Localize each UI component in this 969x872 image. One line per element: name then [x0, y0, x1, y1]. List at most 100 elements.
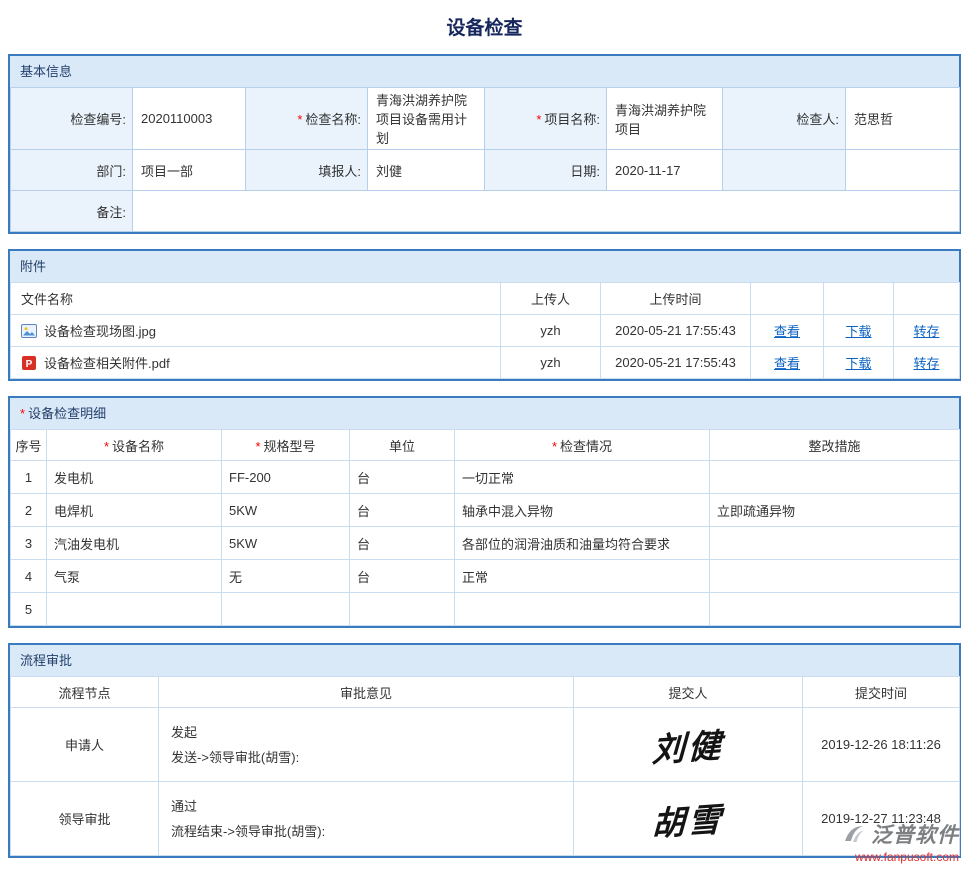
detail-measures: [710, 593, 960, 626]
inspection-details-table: 序号 *设备名称 *规格型号 单位 *检查情况 整改措施 1 发电机 FF-20…: [10, 429, 960, 626]
empty-label-cell: [723, 150, 846, 191]
detail-model: [222, 593, 350, 626]
detail-equipment-name: 电焊机: [47, 494, 222, 527]
department-label-cell: 部门:: [11, 150, 133, 191]
detail-row: 2 电焊机 5KW 台 轴承中混入异物 立即疏通异物: [11, 494, 960, 527]
save-as-link[interactable]: 转存: [913, 356, 939, 371]
vendor-url[interactable]: www.fanpusoft.com: [841, 850, 959, 864]
submitter-signature: 胡雪: [651, 792, 725, 845]
inspection-name-label-cell: *检查名称:: [246, 88, 368, 150]
detail-row: 1 发电机 FF-200 台 一切正常: [11, 461, 960, 494]
required-marker: *: [536, 112, 541, 127]
approval-signature-cell: 胡雪: [574, 782, 803, 856]
detail-status: 正常: [455, 560, 710, 593]
required-marker: *: [255, 439, 260, 454]
detail-row: 4 气泵 无 台 正常: [11, 560, 960, 593]
attachment-row: 设备检查现场图.jpg yzh 2020-05-21 17:55:43 查看 下…: [11, 315, 960, 347]
reporter-value: 刘健: [368, 150, 485, 191]
attachments-section-header: 附件: [10, 251, 959, 282]
project-name-value: 青海洪湖养护院项目: [607, 88, 723, 150]
model-header-label: 规格型号: [264, 439, 316, 454]
attachment-file-name: 设备检查现场图.jpg: [44, 324, 156, 339]
detail-measures: 立即疏通异物: [710, 494, 960, 527]
detail-seq: 5: [11, 593, 47, 626]
inspection-no-value: 2020110003: [133, 88, 246, 150]
detail-row: 3 汽油发电机 5KW 台 各部位的润滑油质和油量均符合要求: [11, 527, 960, 560]
details-header-row: 序号 *设备名称 *规格型号 单位 *检查情况 整改措施: [11, 430, 960, 461]
upload-time-column-header: 上传时间: [601, 283, 751, 315]
basic-info-section-title: 基本信息: [20, 64, 72, 79]
required-marker: *: [20, 406, 25, 421]
basic-info-section-header: 基本信息: [10, 56, 959, 87]
measures-column-header: 整改措施: [710, 430, 960, 461]
inspector-label: 检查人:: [796, 112, 839, 127]
project-name-label: 项目名称:: [544, 112, 600, 127]
attachment-action-cell: 转存: [894, 347, 960, 379]
save-as-link[interactable]: 转存: [913, 324, 939, 339]
detail-equipment-name: 发电机: [47, 461, 222, 494]
action-column-header: [751, 283, 824, 315]
fanpu-logo-icon: [841, 822, 867, 846]
detail-model: 5KW: [222, 527, 350, 560]
equipment-name-column-header: *设备名称: [47, 430, 222, 461]
approval-panel: 流程审批 流程节点 审批意见 提交人 提交时间 申请人 发起 发送->领导审批(…: [8, 643, 961, 858]
detail-seq: 3: [11, 527, 47, 560]
approval-signature-cell: 刘健: [574, 708, 803, 782]
detail-measures: [710, 527, 960, 560]
status-column-header: *检查情况: [455, 430, 710, 461]
detail-status: 一切正常: [455, 461, 710, 494]
approval-table: 流程节点 审批意见 提交人 提交时间 申请人 发起 发送->领导审批(胡雪): …: [10, 676, 960, 856]
view-link[interactable]: 查看: [774, 356, 800, 371]
remarks-label-cell: 备注:: [11, 191, 133, 232]
inspector-value: 范思哲: [846, 88, 960, 150]
uploader-column-header: 上传人: [501, 283, 601, 315]
detail-model: 无: [222, 560, 350, 593]
approval-section-header: 流程审批: [10, 645, 959, 676]
detail-equipment-name: 气泵: [47, 560, 222, 593]
attachment-action-cell: 转存: [894, 315, 960, 347]
view-link[interactable]: 查看: [774, 324, 800, 339]
detail-seq: 4: [11, 560, 47, 593]
approval-opinion-line1: 通过: [171, 794, 561, 819]
detail-unit: 台: [350, 494, 455, 527]
approval-submit-time: 2019-12-26 18:11:26: [803, 708, 960, 782]
approval-row: 申请人 发起 发送->领导审批(胡雪): 刘健 2019-12-26 18:11…: [11, 708, 960, 782]
download-link[interactable]: 下载: [845, 324, 871, 339]
approval-opinion-line2: 流程结束->领导审批(胡雪):: [171, 819, 561, 844]
attachment-row: P 设备检查相关附件.pdf yzh 2020-05-21 17:55:43 查…: [11, 347, 960, 379]
attachment-action-cell: 下载: [824, 347, 894, 379]
detail-equipment-name: [47, 593, 222, 626]
reporter-label-cell: 填报人:: [246, 150, 368, 191]
approval-header-row: 流程节点 审批意见 提交人 提交时间: [11, 677, 960, 708]
attachment-upload-time: 2020-05-21 17:55:43: [601, 347, 751, 379]
download-link[interactable]: 下载: [845, 356, 871, 371]
detail-model: FF-200: [222, 461, 350, 494]
approval-opinion-cell: 通过 流程结束->领导审批(胡雪):: [159, 782, 574, 856]
approval-opinion-line2: 发送->领导审批(胡雪):: [171, 745, 561, 770]
remarks-label: 备注:: [96, 205, 126, 220]
detail-unit: 台: [350, 560, 455, 593]
detail-status: [455, 593, 710, 626]
date-value: 2020-11-17: [607, 150, 723, 191]
approval-section-title: 流程审批: [20, 653, 72, 668]
inspection-no-label: 检查编号:: [70, 112, 126, 127]
page-title: 设备检查: [0, 0, 969, 54]
approval-node: 领导审批: [11, 782, 159, 856]
detail-model: 5KW: [222, 494, 350, 527]
action-column-header: [824, 283, 894, 315]
department-label: 部门:: [96, 164, 126, 179]
basic-info-panel: 基本信息 检查编号: 2020110003 *检查名称: 青海洪湖养护院项目设备…: [8, 54, 961, 234]
equipment-inspection-page: 设备检查 基本信息 检查编号: 2020110003 *检查名称: 青海洪湖养护…: [0, 0, 969, 872]
inspection-name-label: 检查名称:: [305, 112, 361, 127]
inspection-details-section-header: *设备检查明细: [10, 398, 959, 429]
detail-status: 轴承中混入异物: [455, 494, 710, 527]
approval-row: 领导审批 通过 流程结束->领导审批(胡雪): 胡雪 2019-12-27 11…: [11, 782, 960, 856]
required-marker: *: [104, 439, 109, 454]
submitter-signature: 刘健: [651, 718, 725, 771]
model-column-header: * 规格型号: [222, 430, 350, 461]
attachments-table: 文件名称 上传人 上传时间 设备检查现场图.jpg yzh 2020-05-21…: [10, 282, 960, 379]
detail-equipment-name: 汽油发电机: [47, 527, 222, 560]
detail-seq: 1: [11, 461, 47, 494]
attachment-upload-time: 2020-05-21 17:55:43: [601, 315, 751, 347]
svg-text:P: P: [26, 359, 33, 370]
